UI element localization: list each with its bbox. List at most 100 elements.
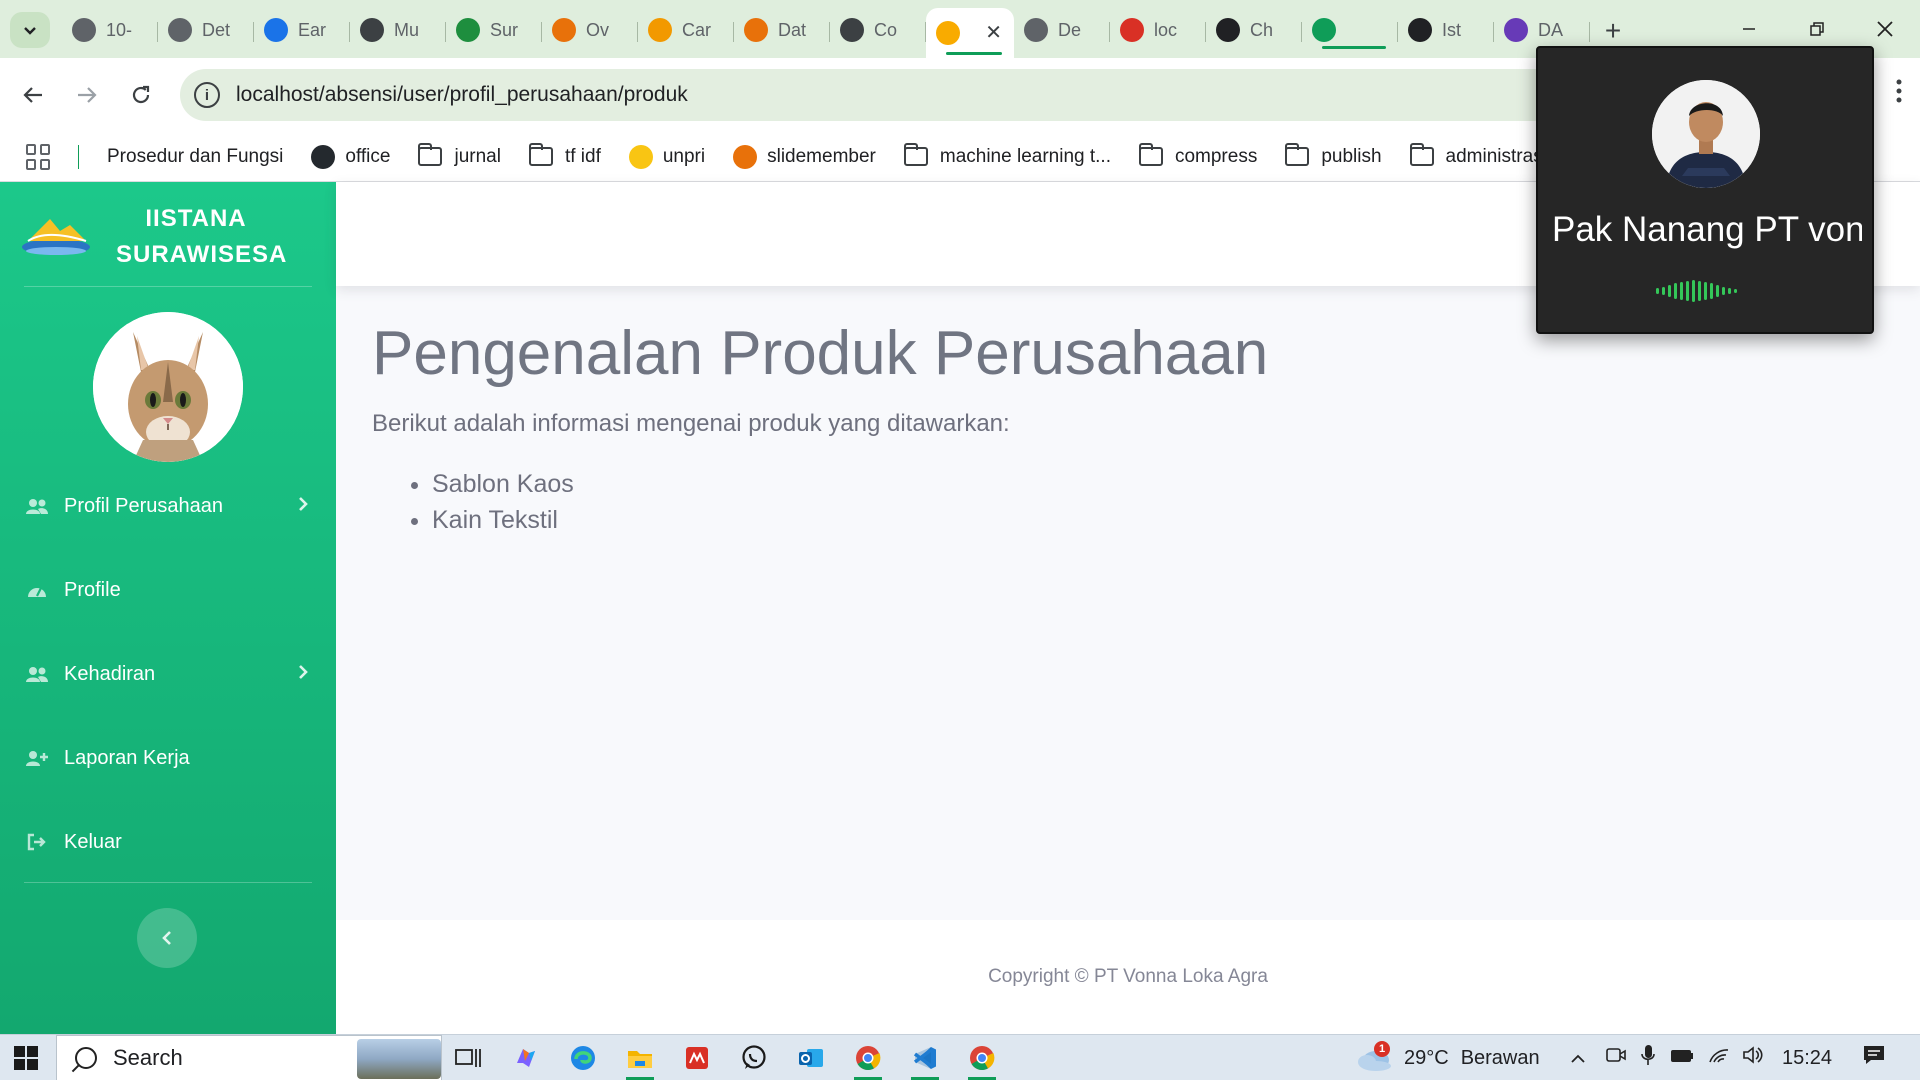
- gauge-icon: [24, 580, 50, 600]
- tab-active[interactable]: ✕: [926, 8, 1014, 58]
- wifi-tray-button[interactable]: [1708, 1046, 1730, 1070]
- taskbar-chrome[interactable]: [848, 1040, 888, 1080]
- bookmark-item[interactable]: Prosedur dan Fungsi: [107, 146, 283, 168]
- tab-title: Car: [682, 19, 712, 40]
- sidebar-item-kehadiran[interactable]: Kehadiran: [0, 644, 336, 704]
- tab-title: Ist: [1442, 19, 1462, 40]
- tab[interactable]: 10-: [62, 8, 158, 52]
- tab-title: Sur: [490, 19, 519, 40]
- meet-icon: [1312, 18, 1336, 42]
- start-button[interactable]: [14, 1046, 38, 1070]
- tab[interactable]: Car: [638, 8, 734, 52]
- sidebar-item-profil-perusahaan[interactable]: Profil Perusahaan: [0, 476, 336, 536]
- taskbar-vscode[interactable]: [905, 1040, 945, 1080]
- task-view-button[interactable]: [448, 1040, 488, 1076]
- close-window-button[interactable]: [1856, 10, 1914, 48]
- notifications-button[interactable]: [1862, 1043, 1886, 1073]
- new-tab-button[interactable]: +: [1596, 14, 1630, 48]
- bookmark-list: Prosedur dan Fungsi office jurnal tf idf unp…: [107, 143, 1599, 169]
- bookmark-label: jurnal: [454, 145, 501, 167]
- weather-temp: 29°C: [1404, 1046, 1449, 1069]
- tab[interactable]: Co: [830, 8, 926, 52]
- sidebar-toggle-button[interactable]: [137, 908, 197, 968]
- back-button[interactable]: [14, 76, 52, 114]
- bookmark-label: slidemember: [767, 145, 876, 167]
- reload-button[interactable]: [122, 76, 160, 114]
- bookmark-item[interactable]: compress: [1138, 143, 1257, 168]
- browser-menu-button[interactable]: [1896, 78, 1902, 104]
- taskbar-app-red[interactable]: [677, 1040, 717, 1076]
- chevron-left-icon: [162, 931, 171, 945]
- tab-title: Det: [202, 19, 231, 40]
- chrome-icon: [856, 1046, 881, 1071]
- tab[interactable]: Ear: [254, 8, 350, 52]
- bookmark-label: unpri: [662, 145, 706, 167]
- show-hidden-icons-button[interactable]: [1568, 1053, 1588, 1063]
- arrow-left-icon: [23, 87, 42, 103]
- tab[interactable]: Ist: [1398, 8, 1494, 52]
- bookmark-item[interactable]: machine learning t...: [903, 143, 1111, 168]
- folder-icon: [1409, 143, 1434, 166]
- taskbar-chrome-2[interactable]: [962, 1040, 1002, 1080]
- tab-title: DA: [1538, 19, 1564, 40]
- taskbar-whatsapp[interactable]: [734, 1040, 774, 1076]
- taskbar-copilot[interactable]: [506, 1040, 546, 1076]
- volume-tray-button[interactable]: [1742, 1045, 1764, 1071]
- tab[interactable]: De: [1014, 8, 1110, 52]
- bookmark-item[interactable]: jurnal: [418, 143, 501, 168]
- edge-icon: [571, 1046, 595, 1070]
- bookmark-item[interactable]: tf idf: [528, 143, 601, 168]
- page-footer: Copyright © PT Vonna Loka Agra: [336, 920, 1920, 1034]
- tab[interactable]: [1302, 8, 1398, 52]
- tab-search-button[interactable]: [10, 12, 50, 48]
- tab-title: loc: [1154, 19, 1178, 40]
- tab[interactable]: Det: [158, 8, 254, 52]
- tab[interactable]: Ov: [542, 8, 638, 52]
- apps-grid-icon[interactable]: [26, 143, 52, 170]
- taskbar-file-explorer[interactable]: [620, 1040, 660, 1080]
- users-icon: [24, 496, 50, 516]
- bookmark-item[interactable]: publish: [1285, 143, 1382, 168]
- chevron-up-icon: [1571, 1054, 1585, 1063]
- battery-tray-button[interactable]: [1670, 1047, 1694, 1070]
- address-bar[interactable]: i localhost/absensi/user/profil_perusaha…: [180, 69, 1560, 121]
- sidebar-item-label: Laporan Kerja: [64, 746, 190, 769]
- close-tab-icon[interactable]: ✕: [985, 20, 1002, 45]
- camera-tray-button[interactable]: [1606, 1046, 1626, 1070]
- clock-time[interactable]: 15:24: [1782, 1047, 1832, 1070]
- caller-name: Pak Nanang PT von: [1552, 210, 1862, 249]
- folder-icon: [903, 143, 928, 166]
- sidebar-item-keluar[interactable]: Keluar: [0, 812, 336, 872]
- tab[interactable]: Dat: [734, 8, 830, 52]
- bookmark-item[interactable]: office: [311, 144, 391, 169]
- video-call-pip[interactable]: Pak Nanang PT von: [1536, 46, 1874, 334]
- bookmark-item[interactable]: unpri: [628, 144, 706, 169]
- taskbar-outlook[interactable]: [791, 1040, 831, 1076]
- tab[interactable]: loc: [1110, 8, 1206, 52]
- forward-button[interactable]: [68, 76, 106, 114]
- chevron-right-icon: [298, 663, 308, 686]
- sidebar-item-laporan-kerja[interactable]: Laporan Kerja: [0, 728, 336, 788]
- tab-audio-indicator: [946, 52, 1002, 55]
- taskbar-edge[interactable]: [563, 1040, 603, 1076]
- sidebar-item-profile[interactable]: Profile: [0, 560, 336, 620]
- tab[interactable]: Ch: [1206, 8, 1302, 52]
- bookmark-label: office: [345, 145, 391, 167]
- reload-icon: [132, 85, 150, 104]
- taskbar-search[interactable]: Search: [56, 1035, 442, 1080]
- site-info-icon[interactable]: i: [194, 82, 220, 108]
- address-url: localhost/absensi/user/profil_perusahaan…: [236, 83, 688, 106]
- brand-name-line1: IISTANA: [145, 205, 247, 232]
- restore-button[interactable]: [1788, 10, 1846, 48]
- microphone-icon: [1641, 1045, 1655, 1065]
- weather-desc: Berawan: [1460, 1046, 1540, 1069]
- tab[interactable]: Mu: [350, 8, 446, 52]
- tab[interactable]: Sur: [446, 8, 542, 52]
- microphone-tray-button[interactable]: [1640, 1044, 1656, 1072]
- windows-taskbar: Search 29°C Berawan 1 15:24: [0, 1034, 1920, 1080]
- bookmark-item[interactable]: slidemember: [733, 144, 876, 169]
- sidebar-brand[interactable]: IISTANA SURAWISESA: [20, 202, 316, 272]
- tab-title: Mu: [394, 19, 420, 40]
- minimize-button[interactable]: [1720, 10, 1778, 48]
- c-icon: [1408, 18, 1432, 42]
